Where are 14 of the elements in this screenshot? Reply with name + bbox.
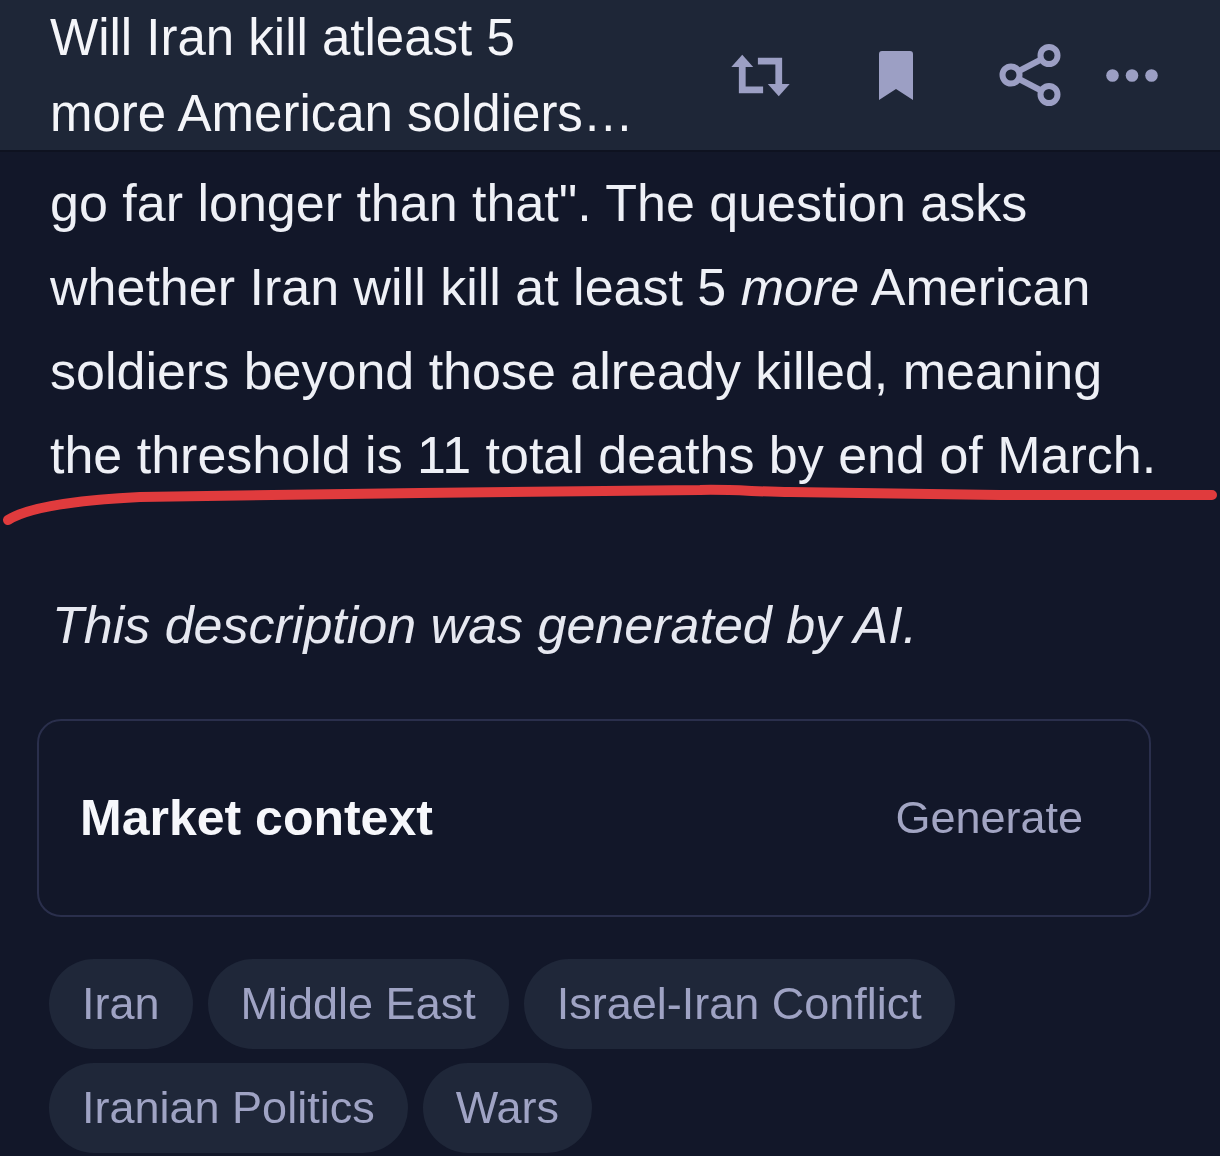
tag-chip[interactable]: Iran (49, 959, 193, 1049)
tag-chip[interactable]: Wars (422, 1063, 592, 1153)
market-context-title: Market context (80, 789, 433, 847)
bookmark-icon[interactable] (879, 50, 913, 100)
ai-disclaimer: This description was generated by AI. (52, 595, 919, 656)
tag-chip[interactable]: Middle East (207, 959, 509, 1049)
description-text: go far longer than that". The question asks whether Iran will kill at least 5 more American soldiers beyond those already killed, meaning the threshold is 11 total deaths by end of March. (50, 173, 1158, 486)
repost-icon[interactable] (729, 53, 792, 97)
generate-button[interactable]: Generate (895, 792, 1083, 844)
tag-chip[interactable]: Iranian Politics (49, 1063, 408, 1153)
tag-chip[interactable]: Israel-Iran Conflict (523, 959, 955, 1049)
more-icon[interactable] (1106, 68, 1158, 82)
question-title: Will Iran kill atleast 5 more American soldiers… (50, 8, 635, 144)
share-icon[interactable] (999, 44, 1061, 106)
